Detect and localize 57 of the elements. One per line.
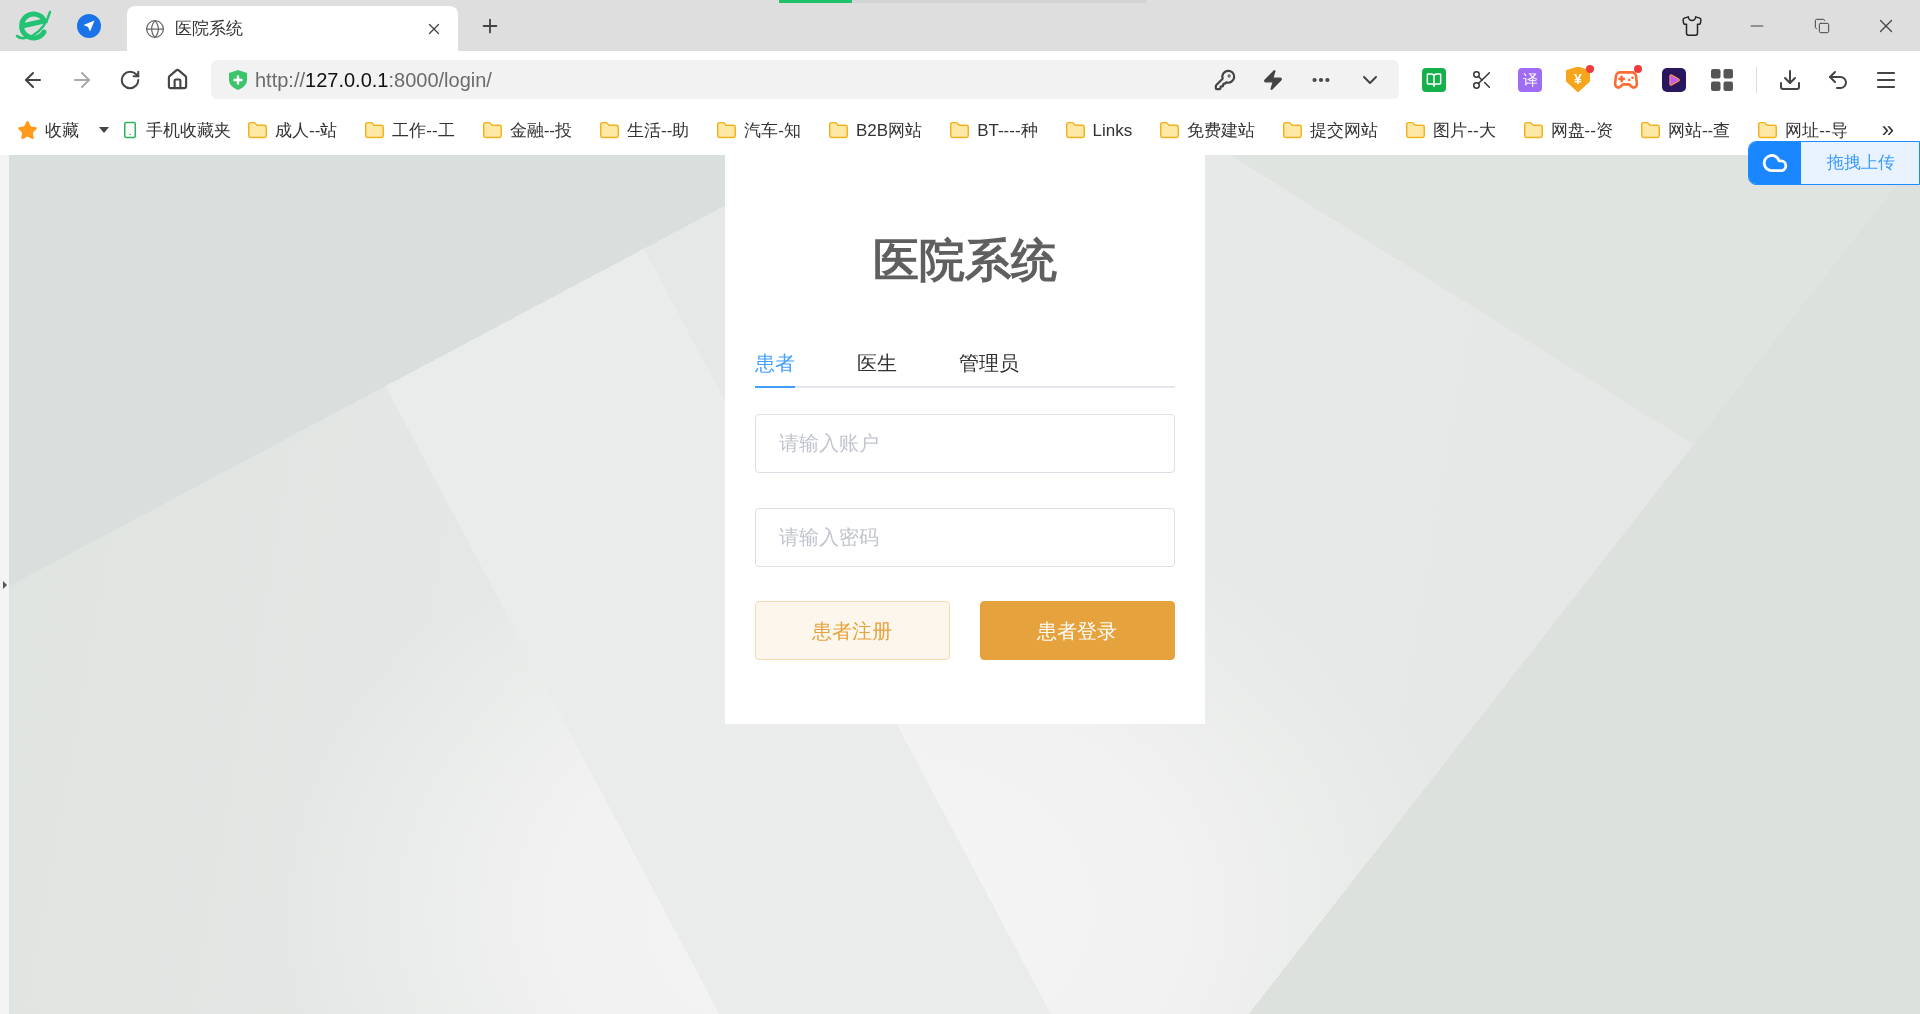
folder-icon bbox=[247, 119, 268, 141]
home-icon[interactable] bbox=[166, 68, 189, 91]
bookmark-item[interactable]: 提交网站 bbox=[1282, 119, 1379, 141]
download-icon[interactable] bbox=[1778, 67, 1802, 92]
bookmark-item[interactable]: 免费建站 bbox=[1159, 119, 1256, 141]
role-tab[interactable]: 管理员 bbox=[958, 340, 1019, 388]
key-icon[interactable] bbox=[1214, 68, 1236, 91]
bookmark-item[interactable]: 生活--助 bbox=[599, 119, 690, 141]
globe-icon bbox=[145, 18, 165, 39]
phone-icon bbox=[121, 121, 139, 139]
folder-icon bbox=[1757, 119, 1779, 141]
login-title: 医院系统 bbox=[871, 237, 1058, 283]
translate-button[interactable]: 译 bbox=[1518, 67, 1542, 92]
bookmark-item[interactable]: 手机收藏夹 bbox=[121, 119, 231, 141]
book-icon[interactable] bbox=[1422, 67, 1446, 92]
bookmark-item[interactable]: 金融--投 bbox=[481, 119, 572, 141]
bookmark-item[interactable]: 成人--站 bbox=[247, 119, 338, 141]
grid-icon[interactable] bbox=[1711, 68, 1733, 91]
scissors-icon[interactable] bbox=[1471, 68, 1493, 91]
folder-icon bbox=[828, 119, 849, 141]
restore-icon[interactable] bbox=[1814, 17, 1830, 34]
account-field[interactable]: 请输入账户 bbox=[754, 414, 1175, 473]
folder-icon bbox=[481, 119, 503, 141]
browser-tab[interactable]: 医院系统 bbox=[127, 6, 458, 51]
folder-icon bbox=[716, 119, 738, 141]
expand-arrow-icon[interactable] bbox=[2, 580, 7, 589]
more-bookmarks-button[interactable]: » bbox=[1881, 119, 1894, 141]
folder-icon bbox=[1282, 119, 1304, 141]
bookmark-item[interactable]: Links bbox=[1064, 119, 1133, 141]
folder-icon bbox=[364, 119, 386, 141]
bookmark-item[interactable]: BT----种 bbox=[949, 119, 1038, 141]
folder-icon bbox=[1522, 119, 1544, 141]
role-tab[interactable]: 医生 bbox=[856, 340, 897, 388]
folder-icon bbox=[1639, 119, 1661, 141]
folder-icon bbox=[1405, 119, 1427, 141]
bookmark-item[interactable]: 收藏 bbox=[17, 119, 79, 141]
address-bar[interactable]: http://127.0.0.1:8000/login/ bbox=[211, 60, 1399, 99]
folder-icon bbox=[599, 119, 620, 141]
bookmark-item[interactable]: 网盘--资 bbox=[1522, 119, 1613, 141]
bookmark-item[interactable]: 工作--工 bbox=[364, 119, 455, 141]
folder-icon bbox=[1159, 119, 1181, 141]
lightning-icon[interactable] bbox=[1262, 68, 1284, 91]
play-icon[interactable] bbox=[1662, 67, 1686, 92]
bookmark-item[interactable]: 汽车-知 bbox=[716, 119, 801, 141]
bookmark-item[interactable]: 图片--大 bbox=[1405, 119, 1496, 141]
bookmark-item[interactable]: 网址--导 bbox=[1757, 119, 1848, 141]
reload-icon[interactable] bbox=[119, 68, 141, 91]
shield-plus-icon bbox=[229, 69, 247, 90]
folder-icon bbox=[1064, 119, 1086, 141]
shirt-icon[interactable] bbox=[1681, 14, 1703, 37]
address-text: http://127.0.0.1:8000/login/ bbox=[255, 67, 492, 93]
password-field[interactable]: 请输入密码 bbox=[754, 508, 1175, 567]
caret-icon[interactable] bbox=[99, 127, 109, 133]
bookmark-item[interactable]: B2B网站 bbox=[828, 119, 923, 141]
folder-icon bbox=[949, 119, 971, 141]
bookmark-item[interactable]: 网站--查 bbox=[1639, 119, 1731, 141]
star-icon bbox=[17, 119, 38, 141]
